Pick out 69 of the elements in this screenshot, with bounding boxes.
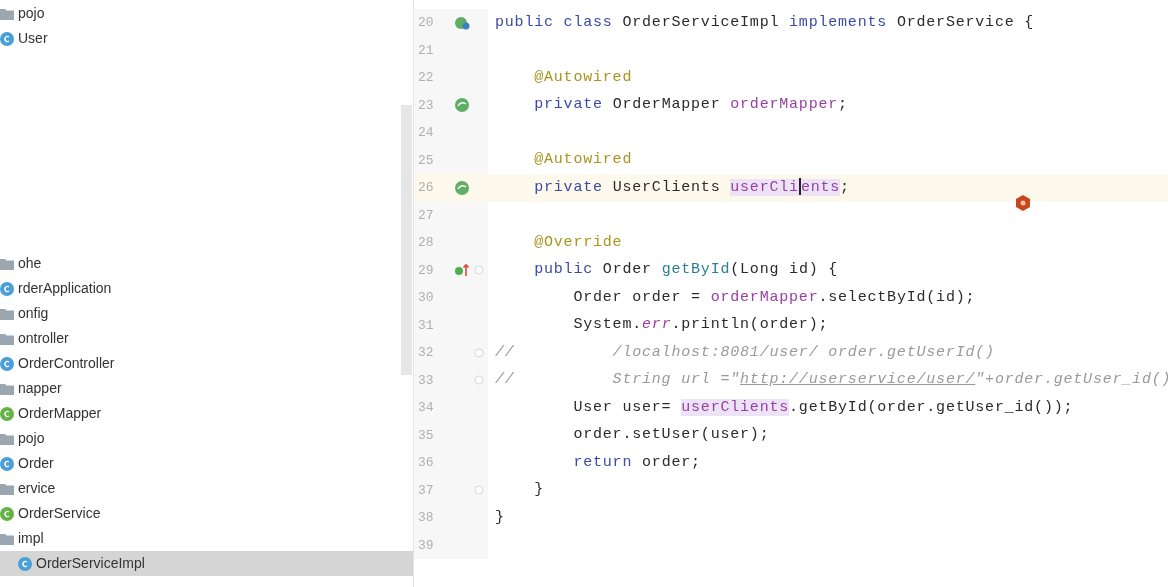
fold-marker-icon[interactable] xyxy=(474,265,484,276)
line-number: 35 xyxy=(418,426,435,445)
line-number: 26 xyxy=(418,179,435,197)
line-number: 27 xyxy=(418,206,435,225)
code-line: @Autowired xyxy=(533,150,633,171)
folder-icon xyxy=(0,532,14,545)
tree-item[interactable]: impl xyxy=(0,526,413,551)
code-line: order.setUser(user); xyxy=(572,425,770,446)
tree-item[interactable]: OrderController xyxy=(0,351,413,376)
code-line: public class OrderServiceImpl implements OrderService { xyxy=(494,12,1035,33)
tree-item[interactable]: ohe xyxy=(0,251,413,276)
line-number: 38 xyxy=(418,509,435,527)
code-line: System.err.println(order); xyxy=(572,315,829,336)
tree-item[interactable]: OrderServiceImpl xyxy=(0,551,413,576)
tree-item[interactable]: OrderMapper xyxy=(0,401,413,426)
line-number: 37 xyxy=(418,481,435,500)
line-number: 25 xyxy=(418,151,435,170)
fold-marker-icon[interactable] xyxy=(474,485,484,496)
line-number: 32 xyxy=(418,344,435,362)
implementation-icon[interactable] xyxy=(454,14,470,31)
code-line: @Override xyxy=(533,232,623,253)
line-number: 34 xyxy=(418,399,435,417)
line-number: 28 xyxy=(418,234,435,252)
bean-icon[interactable] xyxy=(454,97,470,114)
error-marker-icon[interactable] xyxy=(1016,195,1030,211)
code-line: // /localhost:8081/user/ order.getUserId() xyxy=(494,342,995,363)
tree-item[interactable]: napper xyxy=(0,376,413,401)
scrollbar[interactable] xyxy=(401,105,412,375)
line-number: 36 xyxy=(418,454,435,472)
folder-icon xyxy=(0,7,14,20)
tree-item[interactable]: OrderService xyxy=(0,501,413,526)
tree-item[interactable]: onfig xyxy=(0,301,413,326)
tree-item[interactable]: User xyxy=(0,26,413,51)
code-line: private OrderMapper orderMapper; xyxy=(533,95,848,116)
code-line: public Order getById(Long id) { xyxy=(533,260,839,281)
code-line: private UserClients userCli ents; xyxy=(533,177,850,198)
folder-icon xyxy=(0,382,14,395)
tree-item[interactable]: pojo xyxy=(0,426,413,451)
line-number: 23 xyxy=(418,96,435,115)
line-number: 22 xyxy=(418,69,435,87)
tree-item[interactable]: Order xyxy=(0,451,413,476)
line-number: 29 xyxy=(418,261,435,280)
folder-icon xyxy=(0,307,14,320)
fold-marker-icon[interactable] xyxy=(474,375,484,386)
fold-marker-icon[interactable] xyxy=(474,347,484,358)
folder-icon xyxy=(0,257,14,270)
tree-item[interactable]: rderApplication xyxy=(0,276,413,301)
class-icon xyxy=(18,556,32,571)
line-number: 21 xyxy=(418,41,435,60)
line-number: 31 xyxy=(418,316,435,335)
tree-item[interactable]: pojo xyxy=(0,1,413,26)
line-number: 20 xyxy=(418,14,435,32)
folder-icon xyxy=(0,332,14,345)
tree-item[interactable]: ontroller xyxy=(0,326,413,351)
line-number: 24 xyxy=(418,124,435,142)
line-number: 33 xyxy=(418,371,435,390)
code-line: User user= userClients.getById(order.getUser_id()); xyxy=(572,397,1074,418)
code-line: return order; xyxy=(572,452,701,473)
line-number: 30 xyxy=(418,289,435,307)
code-line: } xyxy=(494,507,505,528)
override-icon[interactable] xyxy=(454,262,470,279)
folder-icon xyxy=(0,482,14,495)
line-number: 39 xyxy=(418,536,435,555)
bean-icon[interactable] xyxy=(454,179,470,196)
code-line: } xyxy=(533,480,544,501)
folder-icon xyxy=(0,432,14,445)
tree-item[interactable]: ervice xyxy=(0,476,413,501)
code-line: Order order = orderMapper.selectById(id); xyxy=(572,287,976,308)
code-line: @Autowired xyxy=(533,67,633,88)
